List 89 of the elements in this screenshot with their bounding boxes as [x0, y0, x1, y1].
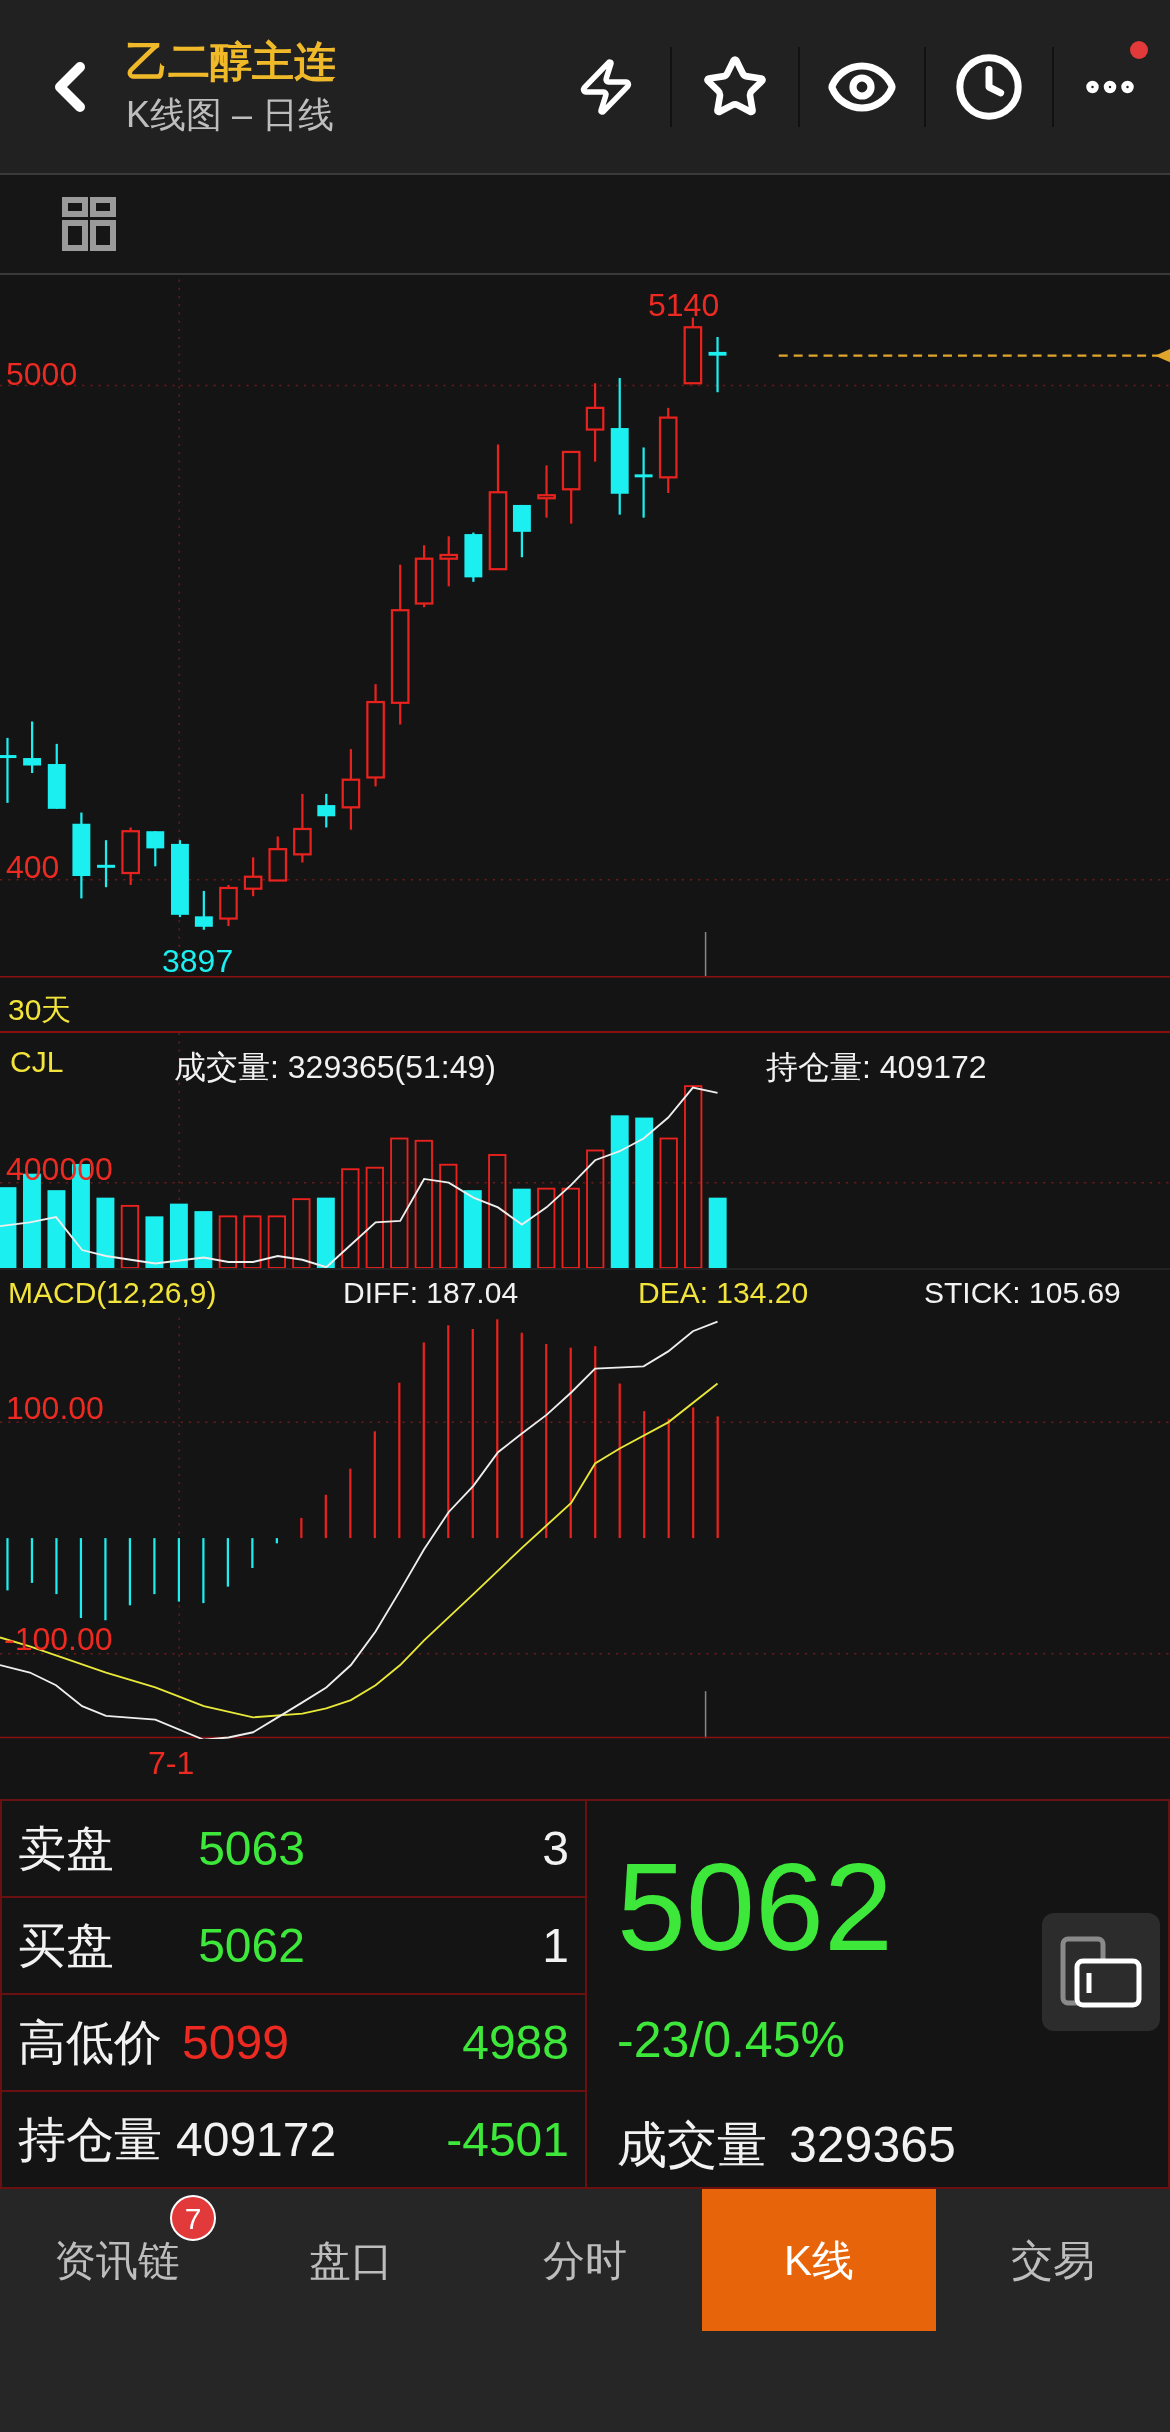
volume-bar: [218, 1215, 238, 1268]
macd-bar: [226, 1538, 229, 1587]
candle: [0, 737, 17, 803]
candle: [121, 827, 140, 885]
low-price-label: 3897: [162, 942, 234, 981]
price-axis-label: 400: [6, 848, 60, 887]
high-price-label: 5140: [648, 286, 720, 325]
candle: [293, 793, 312, 863]
candle: [537, 465, 556, 518]
bottom-tab[interactable]: 分时: [468, 2189, 702, 2331]
candle: [268, 836, 288, 882]
diff-reading: DIFF: 187.04: [343, 1275, 519, 1311]
price-axis-label: 5000: [6, 355, 78, 394]
quote-label: 买盘: [18, 1917, 114, 1974]
candle: [23, 721, 42, 773]
candle: [683, 317, 703, 385]
candle: [464, 532, 483, 582]
macd-bar: [153, 1538, 156, 1595]
candle: [146, 831, 165, 867]
macd-bar: [324, 1494, 327, 1539]
date-label: 7-1: [148, 1745, 195, 1781]
open-interest-reading: 持仓量: 409172: [766, 1048, 987, 1087]
macd-bar: [300, 1517, 303, 1539]
window-icon: [1059, 1935, 1143, 2009]
price-change: -23/0.45%: [617, 2011, 845, 2070]
contract-title: 乙二醇主连: [126, 36, 336, 87]
quote-label: 卖盘: [18, 1820, 114, 1877]
volume-label: 成交量: [617, 2116, 767, 2175]
bottom-tab[interactable]: 交易: [936, 2189, 1170, 2331]
indicator-name: CJL: [10, 1044, 64, 1080]
volume-bar: [267, 1215, 286, 1268]
quote-label: 高低价: [18, 2014, 162, 2071]
candle: [439, 536, 459, 587]
macd-bar: [177, 1538, 180, 1602]
period-label: 30天: [8, 992, 72, 1028]
quote-value: -4501: [446, 2111, 569, 2168]
macd-bar: [202, 1538, 205, 1604]
macd-bar: [349, 1468, 352, 1539]
volume-bar: [169, 1203, 188, 1268]
candle: [219, 884, 238, 927]
candle: [414, 545, 434, 608]
volume-bar: [243, 1215, 262, 1268]
volume-axis-label: 400000: [6, 1150, 113, 1189]
candle: [97, 840, 115, 888]
candle: [634, 447, 653, 518]
crosshair-line: [704, 1690, 707, 1739]
last-price: 5062: [617, 1837, 893, 1977]
candle: [317, 793, 336, 828]
macd-bar: [275, 1538, 278, 1544]
quote-value: 5063: [198, 1820, 306, 1877]
quote-value: 5062: [198, 1917, 306, 1974]
volume-bar: [96, 1197, 115, 1268]
dea-reading: DEA: 134.20: [638, 1275, 809, 1311]
crosshair-line: [704, 931, 707, 978]
volume-bar: [120, 1204, 140, 1268]
bottom-tab[interactable]: 盘口: [234, 2189, 468, 2331]
candle: [512, 504, 531, 558]
notification-badge: 7: [170, 2195, 216, 2241]
volume-bar: [292, 1198, 311, 1268]
quote-value: 1: [542, 1917, 569, 1974]
macd-bar: [6, 1538, 9, 1591]
macd-bar: [30, 1538, 34, 1583]
quote-value: 409172: [176, 2111, 337, 2168]
macd-bar: [251, 1538, 254, 1568]
indicator-name: MACD(12,26,9): [8, 1275, 217, 1311]
candle: [243, 857, 263, 897]
quote-value: 5099: [182, 2014, 290, 2071]
window-toggle-button[interactable]: [1042, 1913, 1160, 2031]
macd-axis-label: 100.00: [6, 1389, 104, 1428]
volume-bar: [316, 1197, 335, 1268]
candle: [47, 743, 66, 809]
quote-value: 4988: [462, 2014, 569, 2071]
volume-bar: [708, 1197, 727, 1268]
chart-subtitle: K线图 – 日线: [126, 92, 336, 137]
volume-reading: 成交量: 329365(51:49): [174, 1048, 496, 1087]
macd-bar: [55, 1538, 58, 1595]
volume-bar: [145, 1216, 164, 1268]
quote-value: 3: [542, 1820, 569, 1877]
candle: [194, 890, 213, 930]
macd-axis-label: -100.00: [4, 1620, 113, 1659]
volume-value: 329365: [789, 2116, 956, 2175]
stick-reading: STICK: 105.69: [924, 1275, 1121, 1311]
clock-icon[interactable]: [954, 51, 1024, 122]
macd-bar: [128, 1538, 132, 1606]
volume-bar: [194, 1211, 213, 1268]
quote-label: 持仓量: [18, 2111, 162, 2168]
bottom-tab[interactable]: 资讯链 7: [0, 2189, 234, 2331]
candle: [708, 336, 727, 393]
grid-icon[interactable]: [62, 197, 116, 251]
